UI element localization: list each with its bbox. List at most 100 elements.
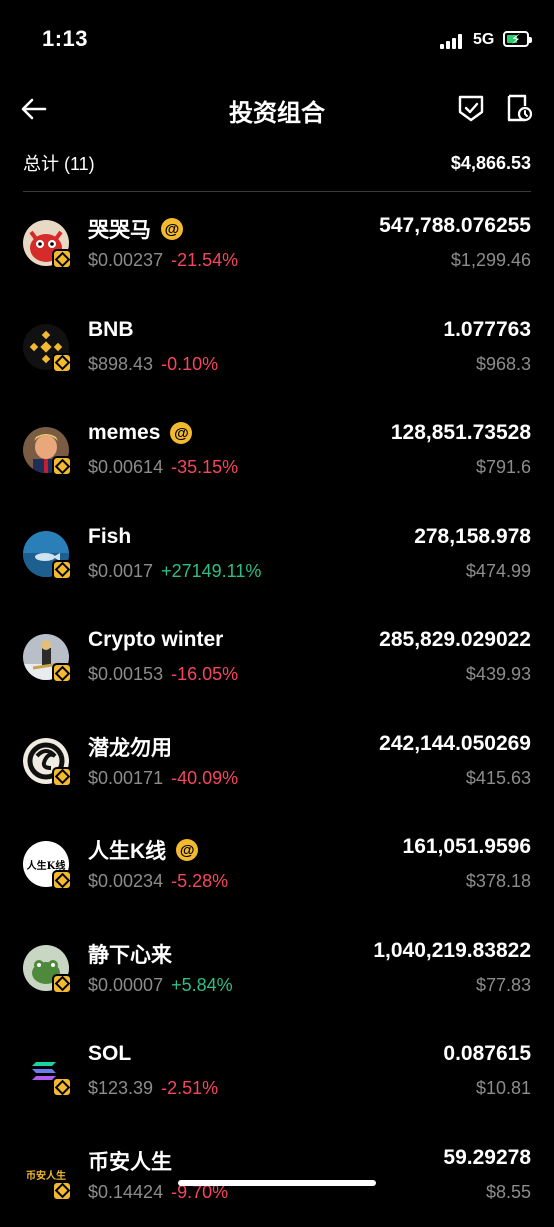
token-amount: 1,040,219.83822: [373, 939, 531, 963]
bnb-chain-badge-icon: [52, 974, 72, 994]
asset-row[interactable]: 静下心来 $0.00007 +5.84% 1,040,219.83822 $77.…: [0, 917, 554, 1021]
asset-row[interactable]: Fish $0.0017+27149.11% 278,158.978 $474.…: [0, 503, 554, 607]
bnb-chain-badge-icon: [52, 456, 72, 476]
verify-button[interactable]: [456, 93, 486, 123]
token-change: -5.28%: [171, 871, 228, 891]
home-indicator[interactable]: [178, 1180, 376, 1186]
token-change: -16.05%: [171, 664, 238, 684]
token-price-line: $123.39 -2.51%: [88, 1078, 218, 1099]
token-name-label: 人生K线: [88, 835, 166, 865]
token-price: $0.00007: [88, 975, 163, 995]
token-name-label: memes: [88, 421, 160, 445]
token-price-line: $0.00171-40.09%: [88, 768, 238, 789]
token-name-label: Fish: [88, 525, 131, 549]
bnb-chain-badge-icon: [52, 663, 72, 683]
token-price: $0.00237: [88, 250, 163, 270]
token-name: 潜龙勿用: [88, 732, 172, 762]
token-avatar: [23, 634, 69, 680]
bnb-chain-badge-icon: [52, 870, 72, 890]
token-value: $791.6: [476, 457, 531, 478]
asset-row[interactable]: SOL $123.39-2.51% 0.087615 $10.81: [0, 1020, 554, 1124]
signal-icon: [440, 33, 466, 49]
token-avatar: [23, 738, 69, 784]
token-price-line: $898.43-0.10%: [88, 354, 218, 375]
token-name-label: 潜龙勿用: [88, 732, 172, 762]
token-avatar: [23, 1048, 69, 1094]
token-price-line: $0.00007 +5.84%: [88, 975, 233, 996]
status-bar: 1:13 5G ⚡: [0, 0, 554, 80]
shield-check-icon: [456, 93, 486, 123]
battery-icon: ⚡: [503, 31, 529, 47]
token-amount: 1.077763: [443, 318, 531, 342]
token-price-line: $0.00237-21.54%: [88, 250, 238, 271]
token-name: SOL: [88, 1042, 131, 1066]
token-amount: 278,158.978: [414, 525, 531, 549]
summary-label: 总计 (11): [23, 150, 95, 176]
bnb-chain-badge-icon: [52, 560, 72, 580]
token-change: -2.51%: [161, 1078, 218, 1098]
token-change: +27149.11%: [161, 561, 261, 581]
asset-row[interactable]: Crypto winter $0.00153 -16.05% 285,829.02…: [0, 606, 554, 710]
token-amount: 547,788.076255: [379, 214, 531, 238]
token-avatar: [23, 945, 69, 991]
token-avatar: 人生K线: [23, 841, 69, 887]
token-value: $415.63: [466, 768, 531, 789]
token-price-line: $0.00614-35.15%: [88, 457, 238, 478]
token-name-label: 币安人生: [88, 1146, 172, 1176]
at-mention-icon[interactable]: @: [170, 422, 192, 444]
token-name: BNB: [88, 318, 134, 342]
status-time: 1:13: [42, 26, 88, 52]
token-name: 人生K线 @: [88, 835, 198, 865]
token-avatar: [23, 531, 69, 577]
token-name: memes @: [88, 421, 192, 445]
token-value: $1,299.46: [451, 250, 531, 271]
token-avatar: [23, 324, 69, 370]
token-price-line: $0.00153 -16.05%: [88, 664, 238, 685]
asset-row[interactable]: 币安人生 币安人生 $0.14424-9.70% 59.29278 $8.55: [0, 1124, 554, 1227]
token-amount: 128,851.73528: [391, 421, 531, 445]
token-value: $968.3: [476, 354, 531, 375]
token-value: $10.81: [476, 1078, 531, 1099]
token-value: $8.55: [486, 1182, 531, 1203]
token-amount: 161,051.9596: [403, 835, 531, 859]
token-amount: 285,829.029022: [379, 628, 531, 652]
document-clock-icon: [504, 93, 534, 123]
asset-row[interactable]: 人生K线 人生K线 @ $0.00234-5.28% 161,051.9596 …: [0, 813, 554, 917]
asset-row[interactable]: BNB $898.43-0.10% 1.077763 $968.3: [0, 296, 554, 400]
asset-list: 哭哭马 @ $0.00237-21.54% 547,788.076255 $1,…: [0, 192, 554, 1227]
asset-row[interactable]: memes @ $0.00614-35.15% 128,851.73528 $7…: [0, 399, 554, 503]
token-value: $77.83: [476, 975, 531, 996]
token-avatar: [23, 220, 69, 266]
token-price: $0.0017: [88, 561, 153, 581]
history-button[interactable]: [504, 93, 534, 123]
portfolio-total: $4,866.53: [451, 153, 531, 174]
asset-row[interactable]: 潜龙勿用 $0.00171-40.09% 242,144.050269 $415…: [0, 710, 554, 814]
summary-row: 总计 (11) $4,866.53: [23, 148, 531, 178]
token-value: $378.18: [466, 871, 531, 892]
token-avatar: [23, 427, 69, 473]
token-name-label: SOL: [88, 1042, 131, 1066]
at-mention-icon[interactable]: @: [161, 218, 183, 240]
token-name: 币安人生: [88, 1146, 172, 1176]
bnb-chain-badge-icon: [52, 1077, 72, 1097]
token-price: $123.39: [88, 1078, 153, 1098]
token-change: +5.84%: [171, 975, 233, 995]
token-name-label: 哭哭马: [88, 214, 151, 244]
bnb-chain-badge-icon: [52, 249, 72, 269]
token-avatar: 币安人生: [23, 1152, 69, 1198]
token-price-line: $0.0017 +27149.11%: [88, 561, 261, 582]
token-name-label: Crypto winter: [88, 628, 223, 652]
token-value: $439.93: [466, 664, 531, 685]
bnb-chain-badge-icon: [52, 1181, 72, 1201]
at-mention-icon[interactable]: @: [176, 839, 198, 861]
token-price: $0.00153: [88, 664, 163, 684]
token-amount: 242,144.050269: [379, 732, 531, 756]
token-name-label: 静下心来: [88, 939, 172, 969]
token-price: $0.00614: [88, 457, 163, 477]
token-amount: 59.29278: [443, 1146, 531, 1170]
asset-row[interactable]: 哭哭马 @ $0.00237-21.54% 547,788.076255 $1,…: [0, 192, 554, 296]
token-name: Crypto winter: [88, 628, 223, 652]
bnb-chain-badge-icon: [52, 767, 72, 787]
token-price: $0.00234: [88, 871, 163, 891]
token-name: 静下心来: [88, 939, 172, 969]
